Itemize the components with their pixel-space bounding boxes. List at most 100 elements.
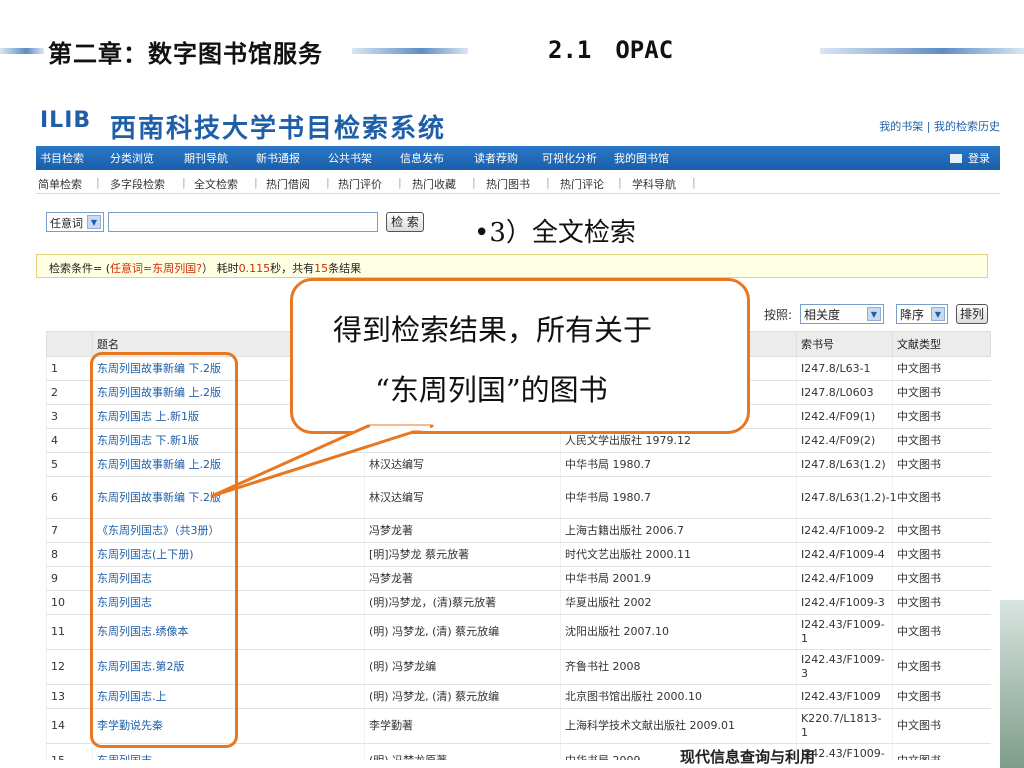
chevron-down-icon[interactable]: ▼ (867, 307, 881, 321)
title-highlight-box (90, 352, 238, 748)
book-title-link[interactable]: 东周列国志 (97, 754, 152, 760)
row-number: 8 (51, 547, 58, 561)
book-publisher-cell: 上海古籍出版社 2006.7 (560, 518, 797, 543)
book-publisher: 上海古籍出版社 2006.7 (565, 523, 684, 537)
nav-item-new-books[interactable]: 新书通报 (256, 150, 300, 166)
row-number-cell: 15 (46, 743, 93, 760)
row-number: 11 (51, 625, 65, 638)
book-publisher-cell: 中华书局 1980.7 (560, 476, 797, 519)
condition-mid: ） 耗时 (202, 262, 239, 275)
book-publisher-cell: 时代文艺出版社 2000.11 (560, 542, 797, 567)
book-author-cell: 林汉达编写 (364, 476, 561, 519)
tab-subject-nav[interactable]: 学科导航 (632, 176, 676, 192)
nav-item-journals[interactable]: 期刊导航 (184, 150, 228, 166)
document-type-cell: 中文图书 (892, 476, 991, 519)
row-number: 7 (51, 523, 58, 537)
search-button[interactable]: 检 索 (386, 212, 424, 232)
call-number-cell: I247.8/L0603 (796, 380, 893, 405)
book-author: (明) 冯梦龙编 (369, 660, 437, 673)
call-number-cell: I247.8/L63(1.2)-1 (796, 476, 897, 519)
tab-hot-comments[interactable]: 热门评论 (560, 176, 604, 192)
nav-item-recommend[interactable]: 读者荐购 (474, 150, 518, 166)
call-number-cell: I242.4/F09(2) (796, 428, 893, 453)
row-number: 10 (51, 595, 65, 609)
chevron-down-icon[interactable]: ▼ (931, 307, 945, 321)
book-author-cell: (明) 冯梦龙编 (364, 649, 561, 685)
nav-item-my-library[interactable]: 我的图书馆 (614, 150, 669, 166)
column-header-type[interactable]: 文献类型 (892, 331, 991, 357)
document-type-cell: 中文图书 (892, 428, 991, 453)
chevron-down-icon[interactable]: ▼ (87, 215, 101, 229)
sub-nav-divider: | (254, 176, 258, 189)
top-links[interactable]: 我的书架 | 我的检索历史 (879, 118, 1000, 134)
document-type: 中文图书 (897, 660, 941, 673)
decorative-corner-image (1000, 600, 1024, 768)
nav-item-catalog-search[interactable]: 书目检索 (40, 150, 84, 166)
document-type: 中文图书 (897, 457, 941, 471)
document-type-cell: 中文图书 (892, 356, 991, 381)
sub-nav-divider: | (618, 176, 622, 189)
tab-fulltext-search[interactable]: 全文检索 (194, 176, 238, 192)
document-type-cell: 中文图书 (892, 452, 991, 477)
book-publisher-cell: 华夏出版社 2002 (560, 590, 797, 615)
sub-nav-divider: | (692, 176, 696, 189)
call-number: I242.4/F09(1) (801, 409, 876, 423)
column-header-callno[interactable]: 索书号 (796, 331, 893, 357)
nav-item-public-shelf[interactable]: 公共书架 (328, 150, 372, 166)
book-author: (明) 冯梦龙, (清) 蔡元放编 (369, 625, 500, 638)
search-input[interactable] (108, 212, 378, 232)
call-number-cell: I242.43/F1009-3 (796, 649, 893, 685)
call-number-cell: I242.4/F1009 (796, 566, 893, 591)
tab-simple-search[interactable]: 简单检索 (38, 176, 82, 192)
call-number: I247.8/L63(1.2) (801, 457, 886, 471)
sort-order-select[interactable]: 降序 ▼ (896, 304, 948, 324)
call-number: I242.4/F1009 (801, 571, 874, 585)
tab-hot-books[interactable]: 热门图书 (486, 176, 530, 192)
row-number: 9 (51, 571, 58, 585)
book-author: [明]冯梦龙 蔡元放著 (369, 547, 470, 561)
condition-expression: 任意词=东周列国? (110, 262, 203, 275)
sub-nav-divider: | (326, 176, 330, 189)
column-header (46, 331, 93, 357)
document-type: 中文图书 (897, 547, 941, 561)
slide-section-title: 2.1 OPAC (548, 36, 674, 64)
nav-item-news[interactable]: 信息发布 (400, 150, 444, 166)
book-publisher-cell: 沈阳出版社 2007.10 (560, 614, 797, 650)
document-type: 中文图书 (897, 571, 941, 585)
tab-hot-rating[interactable]: 热门评价 (338, 176, 382, 192)
document-type: 中文图书 (897, 361, 941, 375)
document-type: 中文图书 (897, 754, 941, 760)
book-publisher: 华夏出版社 2002 (565, 595, 652, 609)
document-type-cell: 中文图书 (892, 614, 991, 650)
search-field-select[interactable]: 任意词 ▼ (46, 212, 104, 232)
call-number: I242.4/F1009-2 (801, 523, 885, 537)
book-author-cell: 李学勤著 (364, 708, 561, 744)
search-field-value: 任意词 (50, 217, 83, 230)
book-author: 林汉达编写 (369, 457, 424, 471)
call-number-cell: I242.4/F1009-2 (796, 518, 893, 543)
call-number: I242.4/F1009-4 (801, 547, 885, 561)
call-number-cell: I247.8/L63-1 (796, 356, 893, 381)
tab-hot-collect[interactable]: 热门收藏 (412, 176, 456, 192)
call-number-cell: K220.7/L1813-1 (796, 708, 893, 744)
document-type-cell: 中文图书 (892, 542, 991, 567)
row-number: 12 (51, 660, 65, 673)
sort-apply-button[interactable]: 排列 (956, 304, 988, 324)
book-author: 林汉达编写 (369, 490, 424, 504)
call-number: I247.8/L0603 (801, 385, 874, 399)
nav-item-browse[interactable]: 分类浏览 (110, 150, 154, 166)
login-link[interactable]: 登录 (950, 150, 990, 166)
tab-multi-field-search[interactable]: 多字段检索 (110, 176, 165, 192)
main-nav: 书目检索 分类浏览 期刊导航 新书通报 公共书架 信息发布 读者荐购 可视化分析… (36, 146, 1000, 170)
row-number-cell: 12 (46, 649, 93, 685)
book-publisher-cell: 中华书局 1980.7 (560, 452, 797, 477)
call-number: I242.43/F1009-1 (801, 618, 885, 645)
sort-by-select[interactable]: 相关度 ▼ (800, 304, 884, 324)
nav-item-visual-analysis[interactable]: 可视化分析 (542, 150, 597, 166)
document-type-cell: 中文图书 (892, 404, 991, 429)
sort-by-value: 相关度 (804, 308, 841, 322)
call-number-cell: I242.4/F1009-3 (796, 590, 893, 615)
tab-hot-borrow[interactable]: 热门借阅 (266, 176, 310, 192)
row-number: 3 (51, 409, 58, 423)
document-type: 中文图书 (897, 433, 941, 447)
